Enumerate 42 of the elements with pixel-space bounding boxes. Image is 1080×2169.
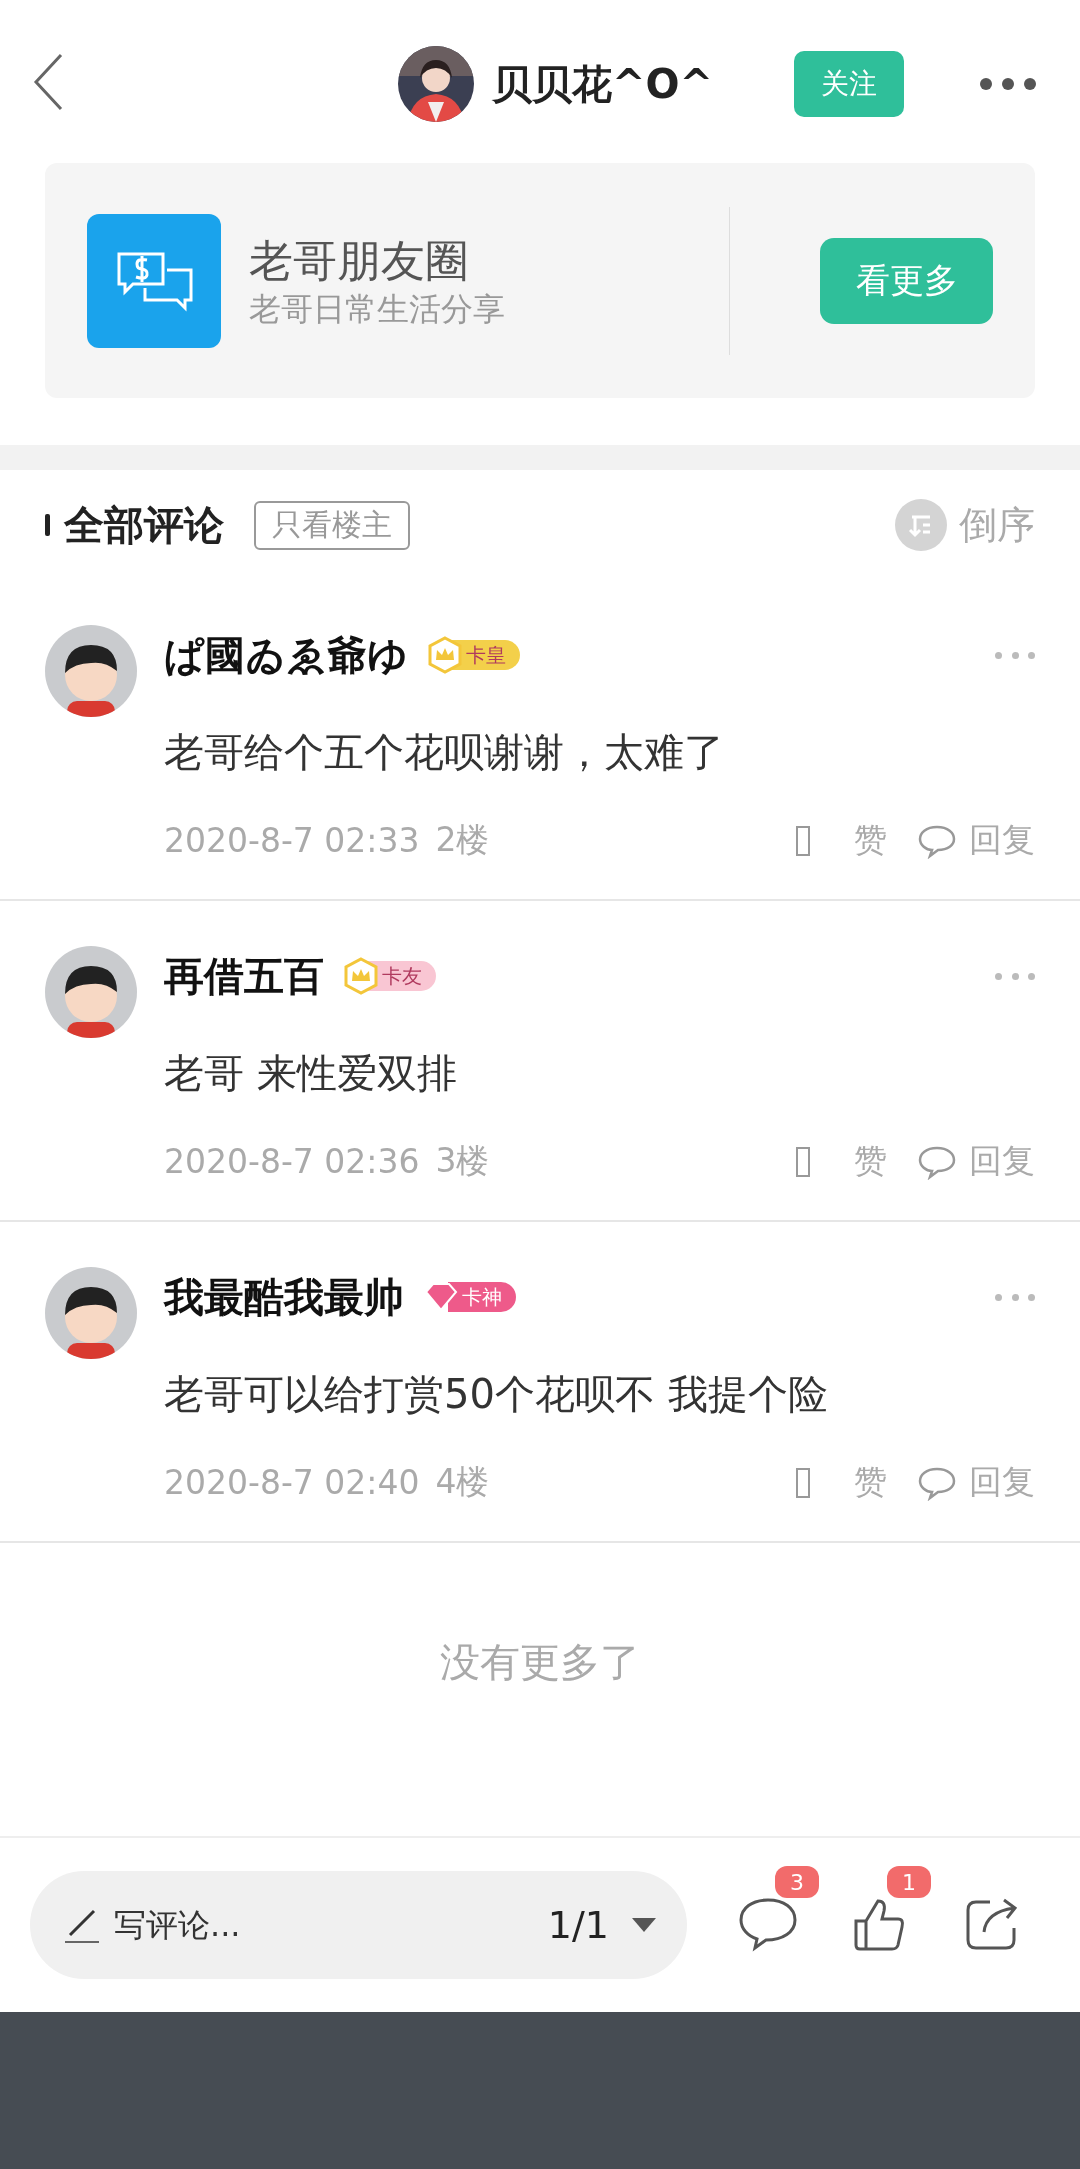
- group-subtitle: 老哥日常生活分享: [249, 288, 506, 329]
- commenter-name: ぱ國ゐゑ爺ゆ: [164, 630, 408, 680]
- floor-number: 4楼: [435, 1461, 490, 1503]
- missing-glyph-icon: [796, 1467, 810, 1498]
- floor-number: 2楼: [435, 819, 490, 861]
- comment-text: 老哥 来性爱双排: [164, 1049, 458, 1098]
- comment-time: 2020-8-7 02:36: [164, 1142, 420, 1181]
- sort-button[interactable]: 倒序: [895, 499, 1035, 551]
- comment-text: 老哥可以给打赏50个花呗不 我提个险: [164, 1370, 829, 1419]
- comment-text: 老哥给个五个花呗谢谢，太难了: [164, 728, 725, 777]
- commenter-name: 我最酷我最帅: [164, 1272, 404, 1322]
- crown-badge-icon: [426, 636, 464, 674]
- chat-money-icon: [87, 213, 221, 348]
- follow-button[interactable]: 关注: [794, 51, 904, 117]
- like-button[interactable]: 赞: [854, 1460, 887, 1505]
- like-button[interactable]: 赞: [854, 818, 887, 863]
- page-selector[interactable]: 1/1: [547, 1903, 657, 1947]
- accent-bar: [45, 514, 50, 536]
- comment-time: 2020-8-7 02:33: [164, 821, 420, 860]
- section-title: 全部评论: [64, 500, 224, 550]
- sort-icon: [895, 499, 947, 551]
- missing-glyph-icon: [796, 1146, 810, 1177]
- username: 贝贝花^O^: [492, 59, 714, 109]
- missing-glyph-icon: [796, 825, 810, 856]
- floor-number: 3楼: [435, 1140, 490, 1182]
- group-title: 老哥朋友圈: [249, 233, 470, 288]
- comment-input[interactable]: 写评论... 1/1: [30, 1871, 687, 1979]
- reply-button[interactable]: 回复: [917, 818, 1035, 863]
- comment-count: 3: [775, 1866, 819, 1898]
- author-only-filter[interactable]: 只看楼主: [254, 500, 410, 550]
- commenter-name: 再借五百: [164, 951, 324, 1001]
- crown-badge-icon: [342, 957, 380, 995]
- back-icon[interactable]: [33, 52, 63, 111]
- like-count: 1: [887, 1866, 931, 1898]
- group-card[interactable]: 老哥朋友圈 老哥日常生活分享 看更多: [45, 163, 1035, 398]
- end-of-list-text: 没有更多了: [440, 1638, 640, 1687]
- caret-icon: [631, 1916, 657, 1934]
- comment-time: 2020-8-7 02:40: [164, 1463, 420, 1502]
- reply-button[interactable]: 回复: [917, 1139, 1035, 1184]
- reply-button[interactable]: 回复: [917, 1460, 1035, 1505]
- see-more-button[interactable]: 看更多: [820, 237, 993, 324]
- like-button[interactable]: 赞: [854, 1139, 887, 1184]
